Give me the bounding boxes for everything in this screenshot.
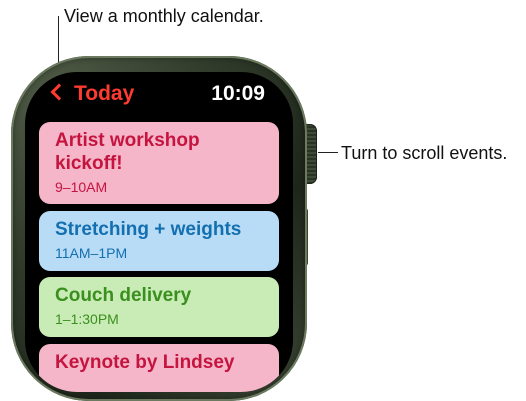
event-title: Couch delivery	[55, 285, 192, 306]
event-card[interactable]: Keynote by Lindsey	[39, 344, 279, 392]
event-time: 1–1:30PM	[55, 311, 119, 327]
event-card[interactable]: Couch delivery 1–1:30PM	[39, 277, 279, 337]
watch-screen: Today 10:09 Artist workshop kickoff! 9–1…	[25, 72, 293, 392]
event-time: 9–10AM	[55, 179, 108, 195]
back-today-button[interactable]: Today	[74, 82, 134, 106]
crown-callout: Turn to scroll events.	[341, 143, 508, 163]
event-title: Stretching + weights	[55, 219, 242, 240]
crown-callout-line	[318, 152, 338, 153]
event-card[interactable]: Stretching + weights 11AM–1PM	[39, 211, 279, 271]
event-card[interactable]: Artist workshop kickoff! 9–10AM	[39, 122, 279, 204]
event-title: Artist workshop kickoff!	[55, 130, 200, 174]
clock: 10:09	[211, 82, 265, 105]
event-time: 11AM–1PM	[55, 245, 128, 261]
calendar-callout: View a monthly calendar.	[64, 6, 264, 26]
chevron-left-icon[interactable]	[50, 83, 68, 101]
event-title: Keynote by Lindsey	[55, 352, 235, 373]
